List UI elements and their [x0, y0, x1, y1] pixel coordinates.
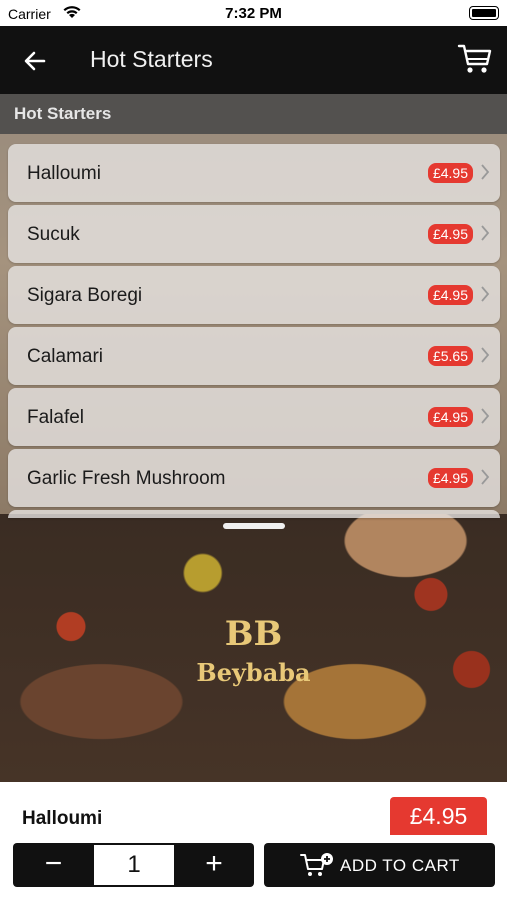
- section-header: Hot Starters: [0, 94, 507, 134]
- add-to-cart-icon: [300, 853, 333, 876]
- sheet-grabber-handle[interactable]: [223, 523, 285, 529]
- battery-icon: [469, 6, 499, 20]
- cart-icon[interactable]: [457, 42, 493, 76]
- chevron-right-icon: [481, 347, 490, 363]
- menu-item-price-badge: £4.95: [427, 468, 473, 488]
- brand-logo: BB Beybaba: [0, 614, 507, 687]
- menu-item-name: Calamari: [27, 346, 104, 367]
- status-time: 7:32 PM: [225, 5, 282, 22]
- menu-item-name: Halloumi: [27, 163, 101, 184]
- back-arrow-icon[interactable]: [20, 46, 50, 76]
- page-title: Hot Starters: [90, 46, 213, 72]
- chevron-right-icon: [481, 408, 490, 424]
- brand-name: Beybaba: [196, 658, 311, 687]
- nav-bar: Hot Starters: [0, 26, 507, 94]
- menu-item-name: Sucuk: [27, 224, 80, 245]
- menu-item-name: Garlic Fresh Mushroom: [27, 468, 226, 489]
- menu-item-partial[interactable]: [8, 510, 500, 518]
- increase-quantity-button[interactable]: +: [174, 843, 254, 887]
- menu-item-price-badge: £4.95: [427, 163, 473, 183]
- menu-list[interactable]: Halloumi £4.95 Sucuk £4.95 Sigara Boregi…: [8, 144, 500, 521]
- add-to-cart-panel: Halloumi £4.95 − 1 + ADD TO CART: [0, 782, 507, 900]
- quantity-field[interactable]: 1: [94, 845, 174, 885]
- quantity-stepper: − 1 +: [13, 843, 254, 887]
- brand-monogram: BB: [224, 614, 283, 654]
- menu-item-name: Falafel: [27, 407, 85, 428]
- chevron-right-icon: [481, 164, 490, 180]
- menu-item[interactable]: Calamari £5.65: [8, 327, 500, 385]
- add-to-cart-button[interactable]: ADD TO CART: [264, 843, 495, 887]
- menu-item-name: Sigara Boregi: [27, 285, 143, 306]
- menu-item-price-badge: £4.95: [427, 407, 473, 427]
- menu-item-price-badge: £4.95: [427, 224, 473, 244]
- menu-item-price-badge: £4.95: [427, 285, 473, 305]
- decrease-quantity-button[interactable]: −: [13, 843, 94, 887]
- chevron-right-icon: [481, 469, 490, 485]
- menu-item[interactable]: Falafel £4.95: [8, 388, 500, 446]
- selected-item-name: Halloumi: [22, 808, 103, 829]
- selected-item-price: £4.95: [390, 797, 487, 835]
- menu-item[interactable]: Sigara Boregi £4.95: [8, 266, 500, 324]
- status-bar: Carrier 7:32 PM: [0, 0, 507, 26]
- menu-item[interactable]: Halloumi £4.95: [8, 144, 500, 202]
- menu-item[interactable]: Garlic Fresh Mushroom £4.95: [8, 449, 500, 507]
- menu-item-price-badge: £5.65: [427, 346, 473, 366]
- menu-item[interactable]: Sucuk £4.95: [8, 205, 500, 263]
- chevron-right-icon: [481, 225, 490, 241]
- chevron-right-icon: [481, 286, 490, 302]
- add-to-cart-label: ADD TO CART: [340, 856, 460, 875]
